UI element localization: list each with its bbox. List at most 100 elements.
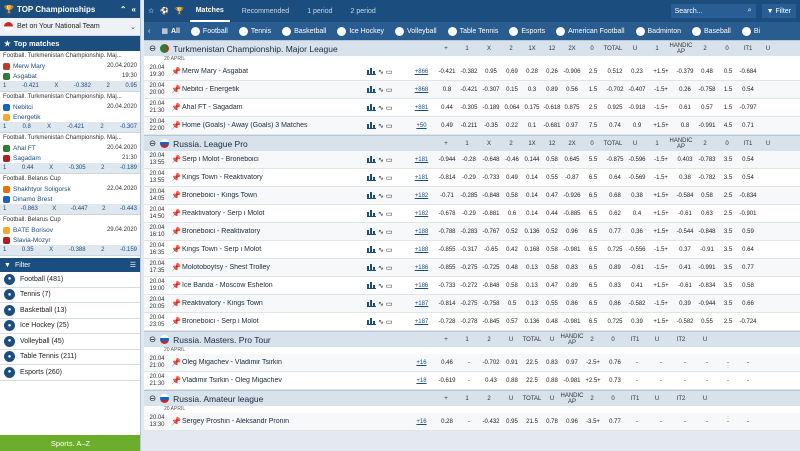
odds-cell[interactable]: +1.5+ [648, 211, 674, 217]
event-teams[interactable]: Kings Town - Serp i Molot [182, 246, 367, 253]
odds-cell[interactable]: 0.9 [626, 123, 648, 129]
sport-filter-item[interactable]: ● Ice Hockey (25) [0, 318, 140, 334]
pin-icon[interactable]: 📌 [170, 85, 182, 94]
tv-icon[interactable]: ▭ [386, 104, 393, 112]
odds-cell[interactable]: -0.783 [696, 157, 718, 163]
top-championships-header[interactable]: 🏆 TOP Championships ⌃ « [0, 0, 140, 18]
more-bets-link[interactable]: +50 [407, 123, 436, 129]
odds-cell[interactable]: -0.272 [458, 283, 480, 289]
pin-icon[interactable]: 📌 [170, 317, 182, 326]
odds-cell[interactable]: -0.28 [458, 157, 480, 163]
odds-cell[interactable]: 0.725 [604, 319, 626, 325]
odds-cell[interactable]: 0.26 [674, 87, 696, 93]
odds-cell[interactable]: 0.57 [696, 105, 718, 111]
odds-cell[interactable]: 0.38 [626, 193, 648, 199]
top-match-card[interactable]: Football. Belarus Cup BATE Borisov 29.04.2… [0, 215, 140, 256]
odds-cell[interactable]: 0.88 [542, 378, 562, 384]
odds-cell[interactable]: +2.5+ [582, 378, 604, 384]
event-teams[interactable]: Home (Goals) - Away (Goals) 3 Matches [182, 122, 367, 129]
odds-cell[interactable]: 0.136 [522, 229, 542, 235]
odds-cell[interactable]: 0.512 [604, 69, 626, 75]
odds-cell[interactable]: -1.5+ [648, 265, 674, 271]
odds-cell[interactable]: -0.379 [674, 69, 696, 75]
event-row[interactable]: 20.04 17:35 📌 Molotoboytsy - Shest Trolley ∿… [144, 259, 800, 277]
event-teams[interactable]: Vladimir Tsirkin - Oleg Migachev [182, 377, 367, 384]
odds-cell[interactable]: 0.6 [502, 211, 522, 217]
odds-cell[interactable]: 0.15 [502, 87, 522, 93]
odds-value[interactable]: 0.44 [22, 165, 34, 171]
event-teams[interactable]: Broneboici - Reaktivatory [182, 228, 367, 235]
odds-cell[interactable]: -0.618 [542, 105, 562, 111]
odds-cell[interactable]: 0.14 [522, 175, 542, 181]
odds-cell[interactable]: -0.305 [458, 105, 480, 111]
line-chart-icon[interactable]: ∿ [378, 282, 384, 290]
sport-tab-basketball[interactable]: Basketball [282, 26, 326, 36]
odds-cell[interactable]: - [738, 419, 758, 425]
pin-icon[interactable]: 📌 [170, 358, 182, 367]
odds-cell[interactable]: -0.648 [480, 157, 502, 163]
odds-value[interactable]: -0.447 [71, 206, 88, 212]
chevron-left-icon[interactable]: ‹ [148, 28, 150, 35]
odds-cell[interactable]: -0.881 [480, 211, 502, 217]
odds-cell[interactable]: 0.645 [562, 157, 582, 163]
sport-tab-football[interactable]: Football [190, 26, 228, 36]
tab-recommended[interactable]: Recommended [236, 0, 295, 22]
odds-value[interactable]: -0.305 [69, 165, 86, 171]
odds-cell[interactable]: 6.5 [582, 265, 604, 271]
event-row[interactable]: 20.04 22:00 📌 Home (Goals) - Away (Goals) 3… [144, 117, 800, 135]
odds-cell[interactable]: 0.5 [502, 301, 522, 307]
line-chart-icon[interactable]: ∿ [378, 192, 384, 200]
event-teams[interactable]: Reaktivatory - Serp i Molot [182, 210, 367, 217]
odds-cell[interactable]: 0.64 [604, 175, 626, 181]
odds-cell[interactable]: 22.5 [522, 360, 542, 366]
sport-filter-item[interactable]: ● Table Tennis (211) [0, 349, 140, 365]
odds-cell[interactable]: 6.5 [582, 301, 604, 307]
odds-cell[interactable]: -1.5+ [648, 157, 674, 163]
stats-bars-icon[interactable] [367, 122, 376, 129]
odds-cell[interactable]: 0.144 [522, 157, 542, 163]
pin-icon[interactable]: 📌 [170, 263, 182, 272]
odds-cell[interactable]: -0.834 [696, 283, 718, 289]
odds-cell[interactable]: +1.5+ [648, 69, 674, 75]
odds-cell[interactable]: 0.58 [738, 283, 758, 289]
odds-cell[interactable]: 0.77 [604, 419, 626, 425]
odds-cell[interactable]: 0.23 [626, 69, 648, 75]
odds-cell[interactable]: -0.46 [502, 157, 522, 163]
odds-cell[interactable]: - [718, 419, 738, 425]
odds-cell[interactable]: 0.36 [626, 229, 648, 235]
sport-filter-header[interactable]: ▼ Filter ☰ [0, 258, 140, 272]
odds-cell[interactable]: 0.64 [738, 247, 758, 253]
odds-cell[interactable]: 5.5 [582, 157, 604, 163]
odds-cell[interactable]: - [696, 360, 718, 366]
odds-cell[interactable]: -0.382 [458, 69, 480, 75]
line-chart-icon[interactable]: ∿ [378, 264, 384, 272]
top-match-card[interactable]: Football. Belarus Cup Shakhtyor Soligorsk… [0, 174, 140, 215]
odds-cell[interactable]: -0.285 [458, 193, 480, 199]
event-teams[interactable]: Sergey Proshin - Aleksandr Pronin [182, 418, 367, 425]
odds-cell[interactable]: -0.814 [436, 175, 458, 181]
pin-icon[interactable]: 📌 [170, 191, 182, 200]
pin-icon[interactable]: 📌 [170, 103, 182, 112]
odds-cell[interactable]: 0.95 [480, 69, 502, 75]
odds-cell[interactable]: 3.5 [718, 229, 738, 235]
line-chart-icon[interactable]: ∿ [378, 104, 384, 112]
line-chart-icon[interactable]: ∿ [378, 300, 384, 308]
odds-cell[interactable]: 0.47 [542, 193, 562, 199]
tv-icon[interactable]: ▭ [386, 300, 393, 308]
odds-cell[interactable]: - [458, 360, 480, 366]
more-bets-link[interactable]: +16 [407, 419, 436, 425]
tab-1-period[interactable]: 1 period [301, 0, 338, 22]
odds-cell[interactable]: -0.35 [480, 123, 502, 129]
odds-cell[interactable]: - [626, 360, 648, 366]
odds-value[interactable]: X [49, 165, 53, 171]
more-bets-link[interactable]: +866 [407, 69, 436, 75]
sport-tab-all[interactable]: ▦ All [161, 27, 180, 36]
odds-cell[interactable]: 0.28 [436, 419, 458, 425]
odds-cell[interactable]: - [738, 360, 758, 366]
stats-bars-icon[interactable] [367, 228, 376, 235]
event-row[interactable]: 20.04 16:10 📌 Broneboici - Reaktivatory ∿ ▭ +1… [144, 223, 800, 241]
odds-cell[interactable]: -3.5+ [582, 419, 604, 425]
odds-cell[interactable]: -0.855 [436, 247, 458, 253]
odds-cell[interactable]: -0.61 [674, 283, 696, 289]
odds-cell[interactable]: 0.55 [542, 175, 562, 181]
